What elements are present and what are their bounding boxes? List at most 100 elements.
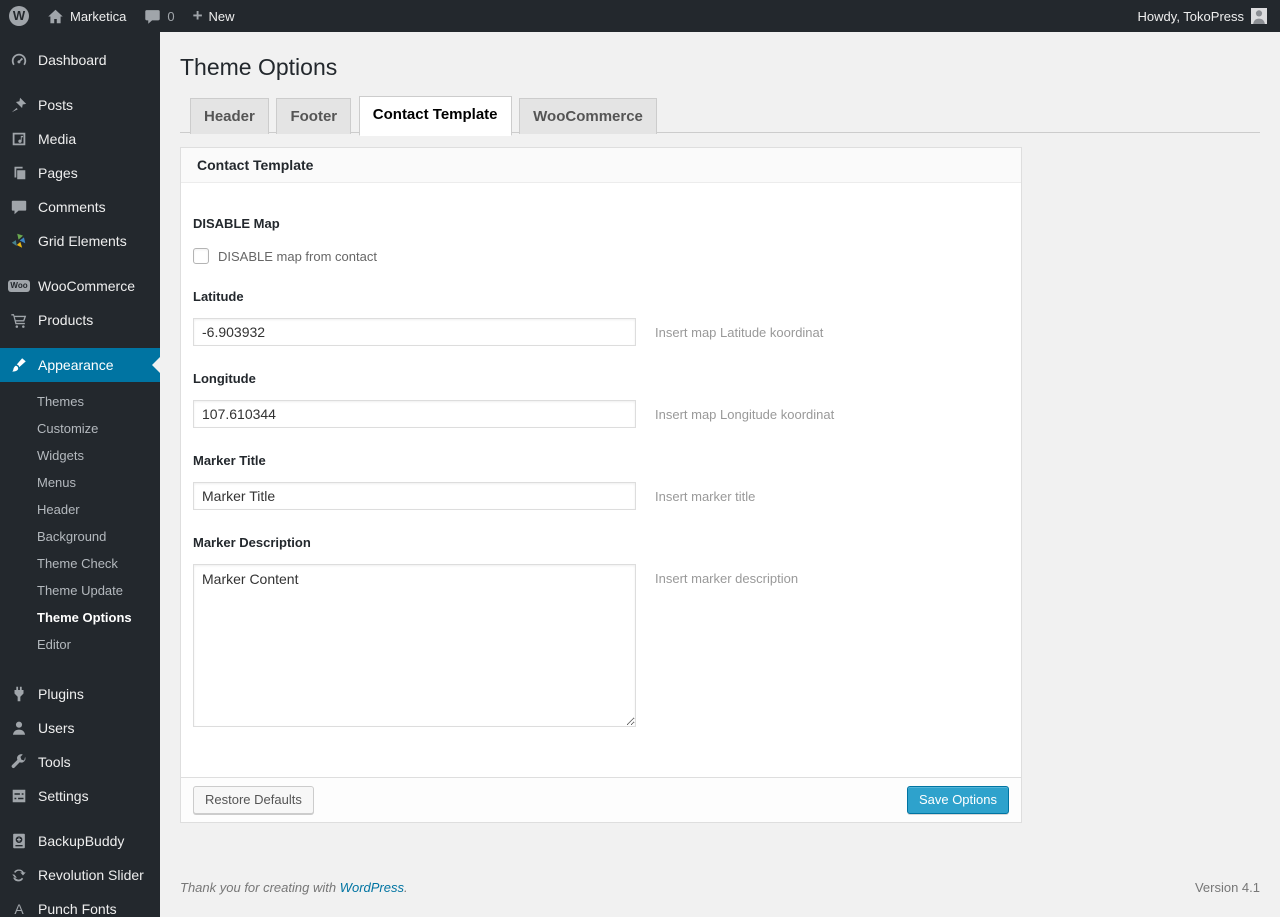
sidebar-item-label: Punch Fonts xyxy=(38,901,117,917)
new-content-button[interactable]: + New xyxy=(184,0,244,32)
tab-contact-template[interactable]: Contact Template xyxy=(358,96,512,136)
sidebar-item-label: Posts xyxy=(38,97,74,113)
backup-device-icon xyxy=(9,831,29,851)
sidebar-item-products[interactable]: Products xyxy=(0,303,160,337)
tab-header[interactable]: Header xyxy=(190,98,269,134)
sidebar-item-label: Revolution Slider xyxy=(38,867,144,883)
letter-a-icon: A xyxy=(14,901,24,917)
home-icon xyxy=(48,9,63,23)
longitude-input[interactable] xyxy=(193,400,636,428)
sidebar-item-label: Plugins xyxy=(38,686,84,702)
disable-map-checkbox[interactable] xyxy=(193,248,209,264)
howdy-text: Howdy, TokoPress xyxy=(1137,8,1244,24)
sidebar-item-label: Appearance xyxy=(38,357,114,373)
sidebar-item-plugins[interactable]: Plugins xyxy=(0,677,160,711)
submenu-item-header[interactable]: Header xyxy=(0,496,160,523)
dashboard-icon xyxy=(9,50,29,70)
submenu-item-customize[interactable]: Customize xyxy=(0,415,160,442)
sidebar-item-label: Tools xyxy=(38,754,71,770)
disable-map-checkbox-label: DISABLE map from contact xyxy=(218,248,377,264)
plus-icon: + xyxy=(192,5,203,25)
comments-icon xyxy=(9,197,29,217)
sidebar-item-media[interactable]: Media xyxy=(0,122,160,156)
appearance-submenu: Themes Customize Widgets Menus Header Ba… xyxy=(0,382,160,666)
paintbrush-icon xyxy=(9,355,29,375)
sidebar-item-label: BackupBuddy xyxy=(38,833,125,849)
marker-title-input[interactable] xyxy=(193,482,636,510)
site-name: Marketica xyxy=(70,8,127,24)
main-content: Theme Options Header Footer Contact Temp… xyxy=(160,0,1280,909)
restore-defaults-button[interactable]: Restore Defaults xyxy=(193,786,314,814)
footer-thanks-text: Thank you for creating with WordPress. xyxy=(180,880,408,895)
comments-button[interactable]: 0 xyxy=(135,0,183,32)
sidebar-item-punch-fonts[interactable]: A Punch Fonts xyxy=(0,892,160,917)
sidebar-item-tools[interactable]: Tools xyxy=(0,745,160,779)
disable-map-label: DISABLE Map xyxy=(193,216,280,231)
submenu-item-editor[interactable]: Editor xyxy=(0,631,160,658)
submenu-item-theme-options[interactable]: Theme Options xyxy=(0,604,160,631)
sidebar-item-label: WooCommerce xyxy=(38,278,135,294)
sidebar-item-pages[interactable]: Pages xyxy=(0,156,160,190)
submenu-item-themes[interactable]: Themes xyxy=(0,388,160,415)
contact-template-panel: Contact Template DISABLE Map DISABLE map… xyxy=(180,147,1022,823)
page-title: Theme Options xyxy=(180,54,338,80)
page-footer: Thank you for creating with WordPress. V… xyxy=(180,880,1260,909)
footer-version: Version 4.1 xyxy=(1194,880,1260,895)
admin-bar: W Marketica 0 + New Howdy, TokoPress xyxy=(0,0,1280,32)
disable-map-checkbox-row[interactable]: DISABLE map from contact xyxy=(193,248,1005,264)
sidebar-item-label: Users xyxy=(38,720,75,736)
my-account-button[interactable]: Howdy, TokoPress xyxy=(1125,0,1280,32)
wordpress-link[interactable]: WordPress xyxy=(340,880,404,895)
avatar xyxy=(1251,8,1267,24)
comment-count: 0 xyxy=(167,8,175,24)
plug-icon xyxy=(9,684,29,704)
user-icon xyxy=(9,718,29,738)
sidebar-item-comments[interactable]: Comments xyxy=(0,190,160,224)
save-options-button[interactable]: Save Options xyxy=(906,786,1009,814)
submenu-item-background[interactable]: Background xyxy=(0,523,160,550)
latitude-help-text: Insert map Latitude koordinat xyxy=(655,325,824,340)
marker-title-label: Marker Title xyxy=(193,453,266,468)
site-menu-button[interactable]: Marketica xyxy=(38,0,135,32)
refresh-arrows-icon xyxy=(9,865,29,885)
submenu-item-widgets[interactable]: Widgets xyxy=(0,442,160,469)
submenu-item-theme-update[interactable]: Theme Update xyxy=(0,577,160,604)
sidebar-item-label: Pages xyxy=(38,165,78,181)
tab-footer[interactable]: Footer xyxy=(276,98,352,134)
new-label: New xyxy=(208,8,235,24)
panel-title: Contact Template xyxy=(181,148,1021,183)
longitude-label: Longitude xyxy=(193,371,256,386)
latitude-label: Latitude xyxy=(193,289,244,304)
sidebar-item-woocommerce[interactable]: Woo WooCommerce xyxy=(0,269,160,303)
avatar-person-icon xyxy=(1253,10,1265,24)
sidebar-item-label: Media xyxy=(38,131,77,147)
media-icon xyxy=(9,129,29,149)
tab-bar: Header Footer Contact Template WooCommer… xyxy=(180,96,1260,136)
sidebar-item-settings[interactable]: Settings xyxy=(0,779,160,813)
woocommerce-icon: Woo xyxy=(8,280,30,292)
admin-sidebar: Dashboard Posts Media Pages Comments Gri… xyxy=(0,32,160,917)
sidebar-item-label: Comments xyxy=(38,199,106,215)
submenu-item-menus[interactable]: Menus xyxy=(0,469,160,496)
wrench-icon xyxy=(9,752,29,772)
sidebar-item-users[interactable]: Users xyxy=(0,711,160,745)
wordpress-logo-icon: W xyxy=(9,6,29,26)
sidebar-item-appearance[interactable]: Appearance xyxy=(0,348,160,382)
sidebar-item-label: Settings xyxy=(38,788,89,804)
panel-body: DISABLE Map DISABLE map from contact Lat… xyxy=(181,183,1021,777)
submenu-item-theme-check[interactable]: Theme Check xyxy=(0,550,160,577)
sidebar-item-revolution-slider[interactable]: Revolution Slider xyxy=(0,858,160,892)
grid-elements-icon xyxy=(9,231,29,251)
tab-woocommerce[interactable]: WooCommerce xyxy=(519,98,657,134)
sidebar-item-dashboard[interactable]: Dashboard xyxy=(0,43,160,77)
pages-icon xyxy=(9,163,29,183)
sidebar-item-posts[interactable]: Posts xyxy=(0,88,160,122)
wordpress-logo-button[interactable]: W xyxy=(0,0,38,32)
settings-icon xyxy=(9,786,29,806)
latitude-input[interactable] xyxy=(193,318,636,346)
sidebar-item-backupbuddy[interactable]: BackupBuddy xyxy=(0,824,160,858)
marker-description-textarea[interactable]: Marker Content xyxy=(193,564,636,727)
sidebar-item-grid-elements[interactable]: Grid Elements xyxy=(0,224,160,258)
pushpin-icon xyxy=(9,95,29,115)
cart-icon xyxy=(9,310,29,330)
